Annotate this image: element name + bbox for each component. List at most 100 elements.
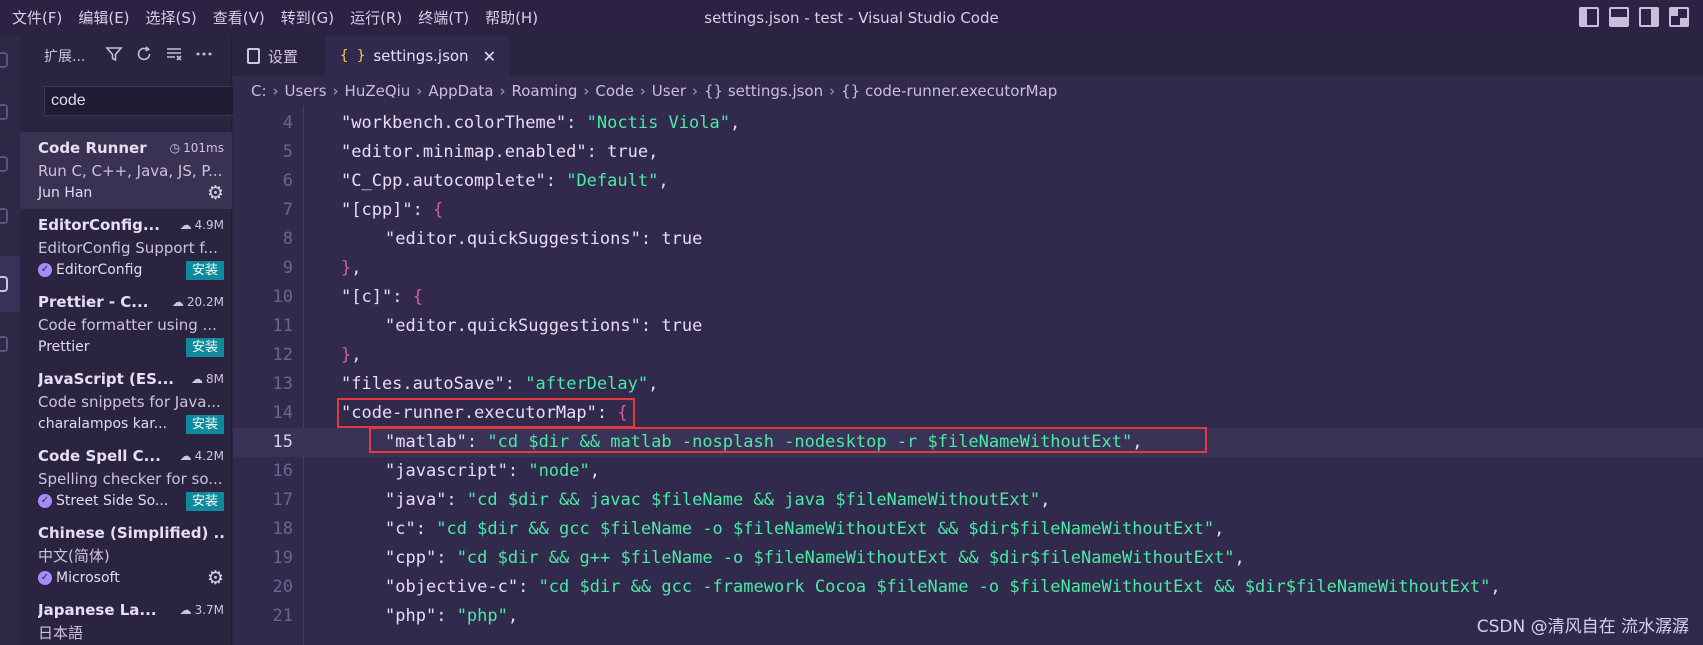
code-line[interactable]: 17 "java": "cd $dir && javac $fileName &&… [233,486,1703,515]
breadcrumb-item[interactable]: Roaming [511,82,577,100]
extension-search-input[interactable] [51,92,229,110]
gear-icon[interactable]: ⚙ [207,183,224,203]
tab-settings-json[interactable]: { } settings.json ✕ [326,36,510,76]
code-text: "editor.quickSuggestions": true [385,316,703,336]
line-number: 20 [272,577,293,597]
filter-icon[interactable] [105,45,124,67]
code-line[interactable]: 11 "editor.quickSuggestions": true [233,312,1703,341]
more-actions-icon[interactable] [195,45,213,67]
code-text: "workbench.colorTheme": "Noctis Viola", [341,113,741,133]
breadcrumb-item[interactable]: {} settings.json [704,82,823,100]
line-number: 11 [272,316,293,336]
extension-list: Code Runner ◷ 101ms Run C, C++, Java, JS,… [20,132,232,645]
extension-item-editorconfig[interactable]: EditorConfig... ☁ 4.9M EditorConfig Suppo… [20,209,232,286]
clear-results-icon[interactable] [165,45,183,67]
code-line[interactable]: 6 "C_Cpp.autocomplete": "Default", [233,167,1703,196]
code-line[interactable]: 7 "[cpp]": { [233,196,1703,225]
menu-selection[interactable]: 选择(S) [138,0,205,36]
extension-name: Chinese (Simplified) ... [38,524,224,542]
breadcrumb-item[interactable]: User [652,82,686,100]
extension-name: EditorConfig... [38,216,160,234]
breadcrumb-item[interactable]: Code [595,82,633,100]
cloud-download-icon: ☁ [179,603,192,617]
code-line[interactable]: 18 "c": "cd $dir && gcc $fileName -o $fil… [233,515,1703,544]
line-number: 16 [272,461,293,481]
code-line[interactable]: 5 "editor.minimap.enabled": true, [233,138,1703,167]
line-number: 6 [282,171,293,191]
breadcrumb-item[interactable]: {} code-runner.executorMap [841,82,1057,100]
code-line[interactable]: 19 "cpp": "cd $dir && g++ $fileName -o $f… [233,544,1703,573]
explorer-icon[interactable] [0,36,20,86]
code-text: "java": "cd $dir && javac $fileName && j… [385,490,1051,510]
tab-label: settings.json [373,47,469,65]
code-text: "[cpp]": { [341,200,444,220]
extension-item-chinese-language-pack[interactable]: Chinese (Simplified) ... 中文(简体) ✓ Microso… [20,517,232,594]
code-text: "editor.quickSuggestions": true [385,229,703,249]
activity-bar [0,36,20,645]
search-icon[interactable] [0,88,20,138]
code-line[interactable]: 13 "files.autoSave": "afterDelay", [233,370,1703,399]
sidebar-title: 扩展... [44,49,86,65]
extension-item-prettier[interactable]: Prettier - C... ☁ 20.2M Code formatter us… [20,286,232,363]
breadcrumb-item[interactable]: C: [251,82,267,100]
menu-help[interactable]: 帮助(H) [477,0,546,36]
close-icon[interactable]: ✕ [483,47,496,66]
remote-icon[interactable] [0,320,20,370]
tab-label: 设置 [268,47,299,66]
code-text: "files.autoSave": "afterDelay", [341,374,659,394]
toggle-primary-sidebar-icon[interactable] [1579,7,1599,27]
extension-description: Run C, C++, Java, JS, P... [38,162,223,180]
source-control-icon[interactable] [0,140,20,190]
extension-item-code-runner[interactable]: Code Runner ◷ 101ms Run C, C++, Java, JS,… [20,132,232,209]
gear-icon[interactable]: ⚙ [207,568,224,588]
extension-publisher: ✓ Microsoft [38,570,120,586]
activation-time: ◷ 101ms [169,141,224,155]
code-line[interactable]: 9}, [233,254,1703,283]
install-button[interactable]: 安装 [185,337,224,357]
extension-item-javascript-snippets[interactable]: JavaScript (ES... ☁ 8M Code snippets for … [20,363,232,440]
refresh-icon[interactable] [135,45,153,67]
customize-layout-icon[interactable] [1669,7,1689,27]
line-number: 9 [282,258,293,278]
extensions-icon[interactable] [0,260,20,310]
menu-go[interactable]: 转到(G) [273,0,342,36]
run-debug-icon[interactable] [0,192,20,242]
line-number: 15 [272,432,293,452]
code-text: }, [341,345,362,365]
code-line[interactable]: 16 "javascript": "node", [233,457,1703,486]
breadcrumb-item[interactable]: HuZeQiu [345,82,411,100]
menu-edit[interactable]: 编辑(E) [70,0,137,36]
line-number: 21 [272,606,293,626]
breadcrumb-item[interactable]: Users [285,82,327,100]
toggle-panel-icon[interactable] [1609,7,1629,27]
menu-bar: 文件(F) 编辑(E) 选择(S) 查看(V) 转到(G) 运行(R) 终端(T… [0,0,546,36]
code-text: "objective-c": "cd $dir && gcc -framewor… [385,577,1501,597]
history-icon: ◷ [169,141,181,155]
code-line[interactable]: 8 "editor.quickSuggestions": true [233,225,1703,254]
code-line[interactable]: 4 "workbench.colorTheme": "Noctis Viola", [233,109,1703,138]
menu-view[interactable]: 查看(V) [205,0,273,36]
extension-description: Spelling checker for so... [38,470,223,488]
install-button[interactable]: 安装 [185,491,224,511]
download-count: ☁ 4.9M [179,218,224,232]
menu-terminal[interactable]: 终端(T) [410,0,477,36]
cloud-download-icon: ☁ [171,295,184,309]
menu-run[interactable]: 运行(R) [342,0,410,36]
verified-publisher-icon: ✓ [38,263,52,277]
code-line[interactable]: 10 "[c]": { [233,283,1703,312]
install-button[interactable]: 安装 [185,414,224,434]
menu-file[interactable]: 文件(F) [4,0,70,36]
code-line[interactable]: 20 "objective-c": "cd $dir && gcc -framew… [233,573,1703,602]
extension-item-japanese-language-pack[interactable]: Japanese La... ☁ 3.7M 日本語 [20,594,232,645]
download-count: ☁ 4.2M [179,449,224,463]
code-line[interactable]: 12}, [233,341,1703,370]
extension-item-code-spell-checker[interactable]: Code Spell C... ☁ 4.2M Spelling checker f… [20,440,232,517]
code-editor[interactable]: 4 "workbench.colorTheme": "Noctis Viola",… [233,106,1703,645]
breadcrumb-item[interactable]: AppData [428,82,493,100]
extension-description: 日本語 [38,624,84,642]
install-button[interactable]: 安装 [185,260,224,280]
tab-settings[interactable]: 设置 [233,36,312,76]
download-count: ☁ 8M [191,372,224,386]
chevron-right-icon: › [272,82,279,100]
toggle-secondary-sidebar-icon[interactable] [1639,7,1659,27]
